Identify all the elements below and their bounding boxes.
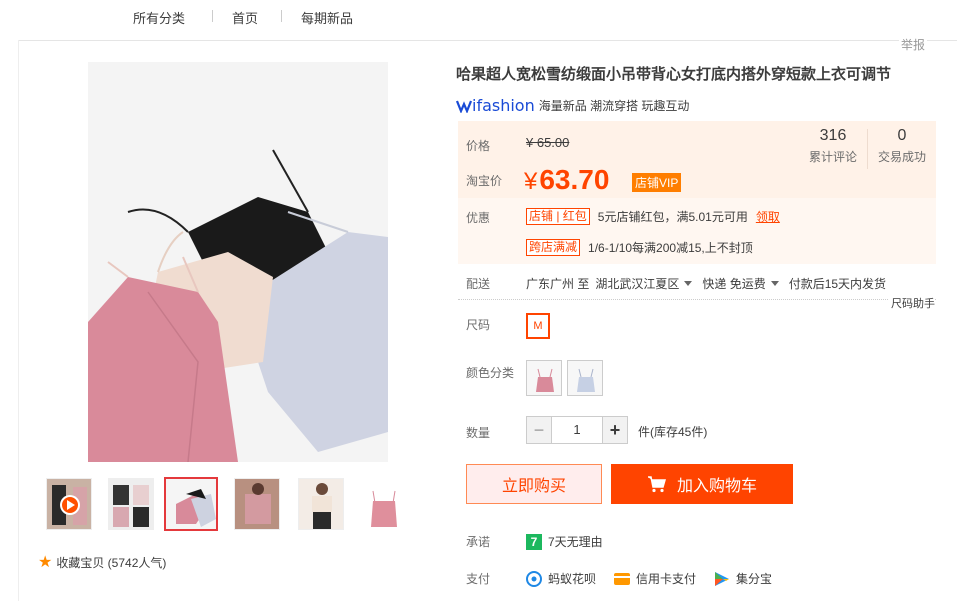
favorite-text: 收藏宝贝 (5742人气) (56, 555, 167, 570)
size-option-m[interactable]: M (526, 313, 550, 339)
taobao-price: ¥63.70 (524, 164, 609, 196)
header-divider (18, 40, 957, 41)
ship-from: 广东广州 至 (526, 277, 590, 291)
size-label: 尺码 (466, 318, 491, 332)
credit-card-icon (614, 571, 631, 587)
credit-card-payment[interactable]: 信用卡支付 (614, 570, 696, 587)
promotions-panel: 优惠 店铺 | 红包 5元店铺红包，满5.01元可用 领取 跨店满减 1/6-1… (458, 198, 936, 264)
cross-shop-discount-line: 跨店满减 1/6-1/10每满200减15,上不封顶 (526, 239, 753, 256)
ship-destination[interactable]: 湖北武汉江夏区 (595, 275, 679, 292)
add-to-cart-button[interactable]: 加入购物车 (611, 464, 793, 504)
chevron-down-icon[interactable] (684, 281, 693, 286)
dotted-divider (458, 299, 936, 300)
huabei-icon (526, 570, 542, 587)
quantity-stepper: − 1 + (526, 416, 628, 444)
chevron-down-icon[interactable] (770, 281, 779, 286)
blue-cami-swatch (568, 361, 602, 395)
shop-coupon-line: 店铺 | 红包 5元店铺红包，满5.01元可用 领取 (526, 208, 780, 225)
promise-text[interactable]: 7天无理由 (548, 533, 603, 550)
shipping-label: 配送 (466, 277, 491, 291)
price-amount: 63.70 (539, 164, 610, 195)
nav-new-items[interactable]: 每期新品 (301, 8, 353, 27)
shipping-method[interactable]: 快递 免运费 (702, 275, 765, 292)
nav-separator (212, 10, 213, 22)
thumbnail-2[interactable] (108, 478, 154, 530)
thumbnail-4[interactable] (234, 478, 280, 530)
reviews-label: 累计评论 (808, 150, 857, 164)
ifashion-mark-icon (456, 100, 472, 113)
pink-cami-swatch (527, 361, 561, 395)
stock-text: 件(库存45件) (638, 425, 708, 439)
cross-shop-text: 1/6-1/10每满200减15,上不封顶 (588, 241, 753, 255)
price-label: 价格 (466, 139, 491, 153)
top-nav: 所有分类 首页 每期新品 (0, 0, 957, 34)
thumbnail-image (299, 479, 343, 529)
brand-name: ifashion (472, 96, 535, 115)
report-link[interactable]: 举报 (899, 36, 928, 53)
camisole-photo (88, 62, 388, 462)
taobao-price-label: 淘宝价 (466, 174, 503, 188)
dispatch-time: 付款后15天内发货 (788, 277, 887, 291)
nav-home[interactable]: 首页 (232, 8, 258, 27)
quantity-label: 数量 (466, 426, 491, 440)
quantity-input[interactable]: 1 (552, 416, 602, 444)
size-helper-link[interactable]: 尺码助手 (889, 295, 935, 311)
ifashion-logo[interactable]: ifashion (456, 96, 535, 115)
star-icon: ★ (38, 554, 53, 571)
claim-coupon-link[interactable]: 领取 (756, 208, 780, 225)
main-product-image[interactable] (88, 62, 388, 462)
decrease-button[interactable]: − (526, 416, 552, 444)
deals-stat: 0 交易成功 (868, 121, 936, 198)
add-to-cart-label: 加入购物车 (676, 478, 757, 495)
panel-border (18, 40, 19, 601)
jifenbao-payment[interactable]: 集分宝 (714, 570, 772, 587)
thumbnail-image (235, 479, 279, 529)
brand-tagline: 海量新品 潮流穿搭 玩趣互动 (538, 99, 690, 113)
increase-button[interactable]: + (602, 416, 628, 444)
video-thumbnail (47, 479, 91, 529)
promise-label: 承诺 (466, 535, 491, 549)
deals-label: 交易成功 (877, 150, 926, 164)
shop-coupon-text: 5元店铺红包，满5.01元可用 (597, 210, 748, 224)
jifenbao-label: 集分宝 (736, 572, 773, 586)
price-panel: 价格 ¥ 65.00 淘宝价 ¥63.70 店铺VIP 316 累计评论 0 交… (458, 121, 936, 198)
buy-now-button[interactable]: 立即购买 (466, 464, 602, 504)
nav-all-categories[interactable]: 所有分类 (133, 8, 185, 27)
currency-symbol: ¥ (524, 168, 538, 195)
payment-label: 支付 (466, 572, 491, 586)
jifenbao-icon (714, 571, 730, 587)
thumbnail-strip (40, 477, 406, 531)
color-label: 颜色分类 (466, 366, 515, 380)
cart-icon (647, 475, 667, 493)
promise-row: 承诺 7 7天无理由 (466, 533, 603, 550)
huabei-label: 蚂蚁花呗 (548, 572, 597, 586)
color-option-pink[interactable] (526, 360, 562, 396)
nav-separator (281, 10, 282, 22)
cross-shop-tag: 跨店满减 (526, 239, 581, 256)
credit-card-label: 信用卡支付 (636, 572, 697, 586)
reviews-count: 316 (819, 127, 847, 144)
vip-badge[interactable]: 店铺VIP (632, 173, 682, 192)
thumbnail-5[interactable] (298, 478, 344, 530)
thumbnail-6[interactable] (360, 478, 406, 530)
shipping-row: 配送 广东广州 至 湖北武汉江夏区 快递 免运费 付款后15天内发货 (466, 275, 886, 292)
promo-label: 优惠 (466, 211, 491, 225)
thumbnail-3-selected[interactable] (164, 477, 218, 531)
reviews-stat[interactable]: 316 累计评论 (799, 121, 867, 198)
shop-coupon-tag: 店铺 | 红包 (526, 208, 590, 225)
payment-row: 支付 蚂蚁花呗 信用卡支付 集分宝 (466, 570, 790, 587)
seven-day-return-icon: 7 (526, 533, 542, 550)
thumbnail-image (109, 479, 153, 529)
deals-count: 0 (897, 127, 907, 144)
thumbnail-image (361, 479, 405, 529)
sales-stats: 316 累计评论 0 交易成功 (799, 121, 936, 198)
product-title: 哈果超人宽松雪纺缎面小吊带背心女打底内搭外穿短款上衣可调节 (456, 66, 892, 83)
favorite-item[interactable]: ★ 收藏宝贝 (5742人气) (38, 552, 166, 572)
thumbnail-video[interactable] (46, 478, 92, 530)
thumbnail-image (166, 479, 216, 529)
color-option-blue[interactable] (567, 360, 603, 396)
original-price: ¥ 65.00 (526, 135, 570, 150)
huabei-payment[interactable]: 蚂蚁花呗 (526, 570, 596, 587)
brand-row: ifashion 海量新品 潮流穿搭 玩趣互动 (456, 96, 689, 115)
